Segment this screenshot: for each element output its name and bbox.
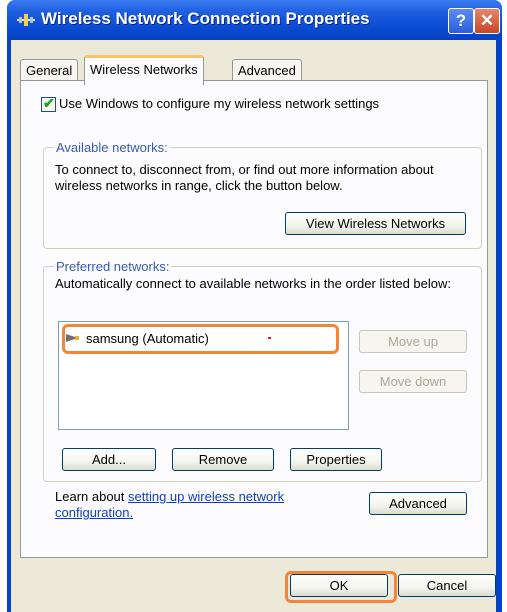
available-networks-legend: Available networks: [54, 140, 170, 155]
use-windows-label[interactable]: Use Windows to configure my wireless net… [59, 96, 379, 111]
help-button[interactable]: ? [448, 8, 474, 34]
learn-about-prefix: Learn about [55, 489, 129, 504]
use-windows-checkbox[interactable]: ✔ [41, 95, 56, 112]
move-down-button[interactable]: Move down [359, 370, 467, 393]
learn-about-text: Learn about setting up wireless network … [55, 489, 355, 521]
title-bar[interactable]: Wireless Network Connection Properties ?… [7, 0, 502, 40]
preferred-networks-description: Automatically connect to available netwo… [55, 276, 451, 291]
tab-advanced[interactable]: Advanced [232, 59, 302, 82]
preferred-networks-legend: Preferred networks: [54, 259, 172, 274]
move-up-button[interactable]: Move up [359, 330, 467, 353]
tab-wireless-networks[interactable]: Wireless Networks [84, 55, 204, 85]
view-wireless-networks-button[interactable]: View Wireless Networks [285, 212, 466, 235]
add-button[interactable]: Add... [62, 448, 156, 471]
ok-highlight [285, 571, 397, 603]
tab-general[interactable]: General [20, 59, 79, 82]
close-button[interactable]: ✕ [474, 8, 500, 34]
network-connection-icon [17, 14, 35, 26]
checkmark-icon: ✔ [43, 95, 55, 111]
remove-button[interactable]: Remove [172, 448, 274, 471]
advanced-button[interactable]: Advanced [369, 492, 467, 515]
cancel-button[interactable]: Cancel [398, 574, 496, 597]
window-title: Wireless Network Connection Properties [41, 9, 370, 28]
samsung-highlight [62, 324, 339, 354]
properties-button[interactable]: Properties [290, 448, 382, 471]
available-networks-description: To connect to, disconnect from, or find … [55, 162, 434, 193]
